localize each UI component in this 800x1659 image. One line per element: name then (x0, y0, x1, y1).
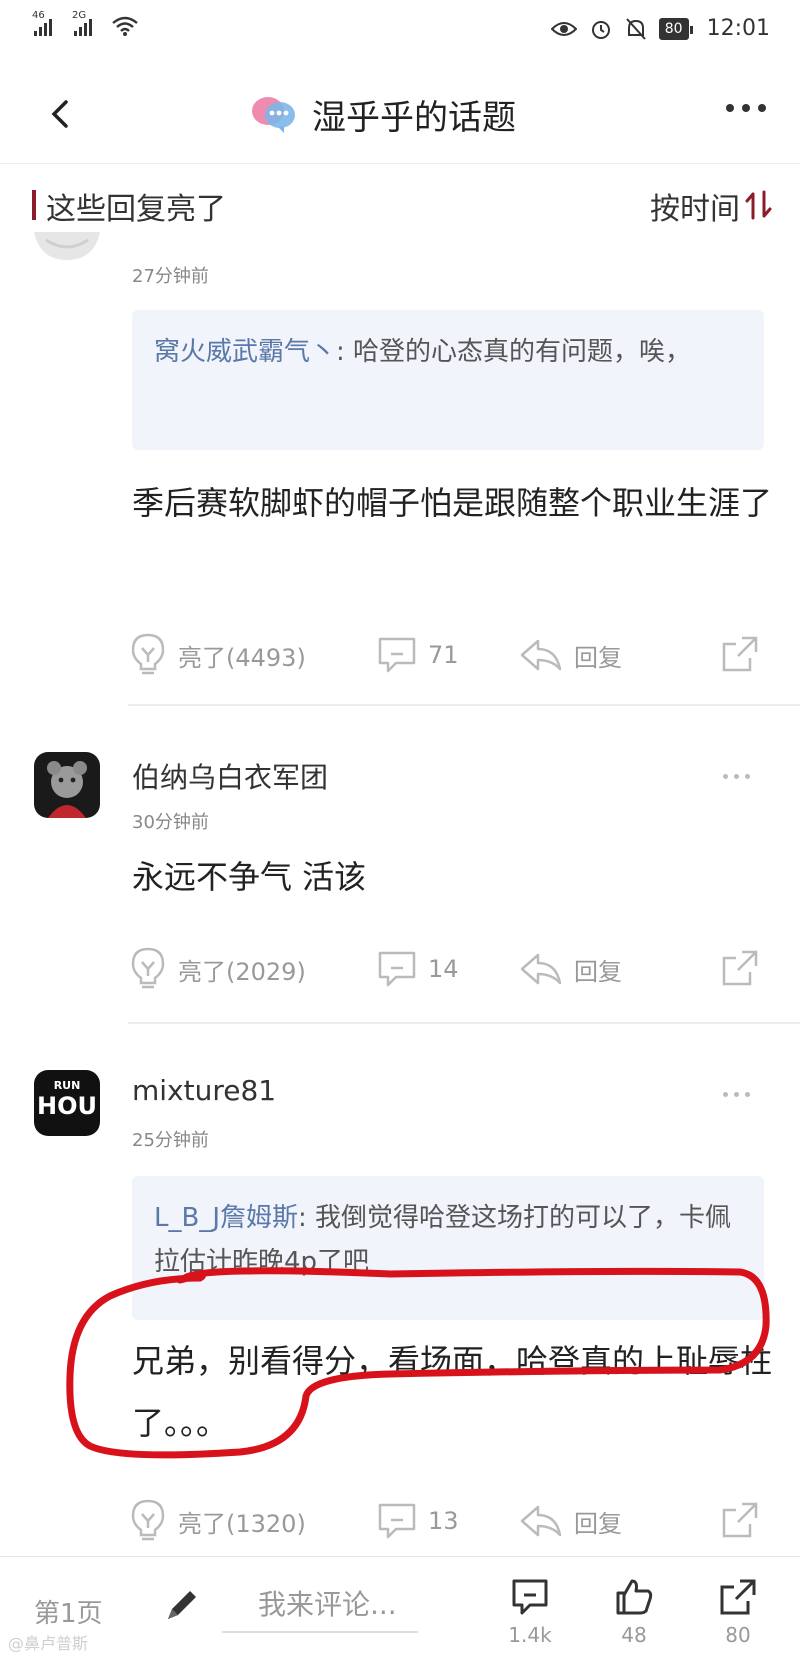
section-header: 这些回复亮了 按时间 (0, 176, 800, 234)
avatar-text: HOU (37, 1092, 97, 1120)
quoted-text: : 哈登的心态真的有问题，唉， (336, 337, 692, 367)
sort-toggle[interactable]: 按时间 (650, 184, 740, 228)
reply-button[interactable]: 回复 (518, 1496, 622, 1546)
avatar[interactable]: RUN HOU (34, 1070, 100, 1136)
quoted-username[interactable]: L_B_J詹姆斯 (154, 1203, 298, 1233)
back-icon[interactable] (40, 92, 84, 136)
share-icon[interactable] (720, 948, 760, 988)
signal-indicators: 46 2G (32, 10, 138, 36)
signal-label: 2G (72, 10, 87, 21)
divider (128, 704, 800, 706)
replies-button[interactable]: 71 (376, 630, 459, 680)
comment-bubble-icon (512, 1579, 548, 1615)
status-right: 80 12:01 (550, 16, 770, 41)
reply-button[interactable]: 回复 (518, 944, 622, 994)
nav-bar: 湿乎乎的话题 (0, 64, 800, 164)
reply-arrow-icon (520, 1505, 562, 1537)
lightbulb-icon (131, 633, 165, 675)
username[interactable]: mixture81 (132, 1074, 276, 1107)
reply-button[interactable]: 回复 (518, 630, 622, 680)
comment-more-icon[interactable] (723, 774, 750, 779)
comment-actions: 亮了(4493) 71 回复 (128, 630, 768, 680)
comment-bubble-icon (378, 1503, 416, 1539)
alarm-icon (591, 20, 610, 39)
comment-body: 季后赛软脚虾的帽子怕是跟随整个职业生涯了 (132, 484, 773, 522)
signal-icon: 2G (72, 10, 92, 36)
thumbs-up-icon (616, 1579, 653, 1615)
reply-label: 回复 (574, 643, 622, 672)
topic-logo-icon (252, 97, 295, 133)
quoted-username[interactable]: 窝火威武霸气丶 (154, 337, 336, 367)
bottom-toolbar: 第1页 我来评论... 1.4k 48 80 (0, 1556, 800, 1659)
avatar-text-small: RUN (53, 1079, 81, 1092)
avatar[interactable] (34, 752, 100, 818)
lightbulb-icon (131, 1499, 165, 1541)
mute-bell-icon (626, 17, 646, 40)
replies-button[interactable]: 13 (376, 1496, 459, 1546)
light-button[interactable]: 亮了(2029) (128, 944, 306, 994)
sort-arrows-icon[interactable] (744, 188, 774, 222)
reply-label: 回复 (574, 957, 622, 986)
status-bar: 46 2G 80 12:01 (0, 0, 800, 64)
reply-label: 回复 (574, 1509, 622, 1538)
reply-count: 14 (428, 955, 459, 983)
avatar-image (47, 761, 87, 818)
comments-count: 1.4k (508, 1623, 552, 1647)
comment-actions: 亮了(2029) 14 回复 (128, 944, 768, 994)
lightbulb-icon (131, 947, 165, 989)
signal-label: 46 (32, 10, 45, 21)
section-title: 这些回复亮了 (46, 192, 226, 227)
username[interactable]: 伯纳乌白衣军团 (132, 756, 328, 796)
share-count: 80 (725, 1623, 751, 1647)
light-count: 亮了(1320) (178, 1509, 306, 1538)
comment-bubble-icon (378, 951, 416, 987)
clock: 12:01 (706, 16, 770, 41)
likes-count: 48 (621, 1623, 647, 1647)
light-count: 亮了(4493) (178, 643, 306, 672)
watermark: @鼻卢普斯 (8, 1634, 89, 1653)
divider (128, 1022, 800, 1024)
light-button[interactable]: 亮了(1320) (128, 1496, 306, 1546)
comment-body: 兄弟，别看得分，看场面，哈登真的上耻辱柱了。。。 (132, 1342, 773, 1442)
page-indicator[interactable]: 第1页 (34, 1593, 103, 1630)
section-accent-bar (32, 190, 36, 220)
share-tab[interactable]: 80 (708, 1577, 768, 1647)
comment-body: 永远不争气 活该 (132, 858, 367, 896)
comment-actions: 亮了(1320) 13 回复 (128, 1496, 768, 1546)
comment-more-icon[interactable] (723, 1092, 750, 1097)
comments-tab[interactable]: 1.4k (500, 1577, 560, 1647)
reply-count: 71 (428, 641, 459, 669)
quoted-reply[interactable]: L_B_J詹姆斯: 我倒觉得哈登这场打的可以了，卡佩拉估计昨晚4p了吧 (132, 1176, 764, 1320)
eye-icon (550, 21, 577, 36)
reply-arrow-icon (520, 953, 562, 985)
avatar (34, 232, 100, 260)
reply-arrow-icon (520, 639, 562, 671)
share-icon[interactable] (720, 1500, 760, 1540)
comment-time: 25分钟前 (132, 1130, 209, 1151)
wifi-icon (112, 16, 138, 36)
replies-button[interactable]: 14 (376, 944, 459, 994)
page-title: 湿乎乎的话题 (250, 86, 516, 142)
screen: 46 2G 80 12:01 湿乎乎的话题 这些回复亮了 按时间 27分钟前 窝… (0, 0, 800, 1659)
comment-time: 30分钟前 (132, 812, 209, 833)
share-icon (720, 1579, 756, 1615)
battery-icon: 80 (658, 17, 693, 40)
quoted-reply[interactable]: 窝火威武霸气丶: 哈登的心态真的有问题，唉， (132, 310, 764, 450)
comment-time: 27分钟前 (132, 266, 209, 287)
reply-count: 13 (428, 1507, 459, 1535)
comment-bubble-icon (378, 637, 416, 673)
share-icon[interactable] (720, 634, 760, 674)
more-options-icon[interactable] (726, 104, 766, 112)
like-tab[interactable]: 48 (604, 1577, 664, 1647)
light-button[interactable]: 亮了(4493) (128, 630, 306, 680)
pen-icon[interactable] (162, 1587, 200, 1625)
signal-icon: 46 (32, 10, 52, 36)
page-title-text: 湿乎乎的话题 (312, 97, 516, 138)
light-count: 亮了(2029) (178, 957, 306, 986)
comment-input[interactable]: 我来评论... (222, 1581, 418, 1633)
